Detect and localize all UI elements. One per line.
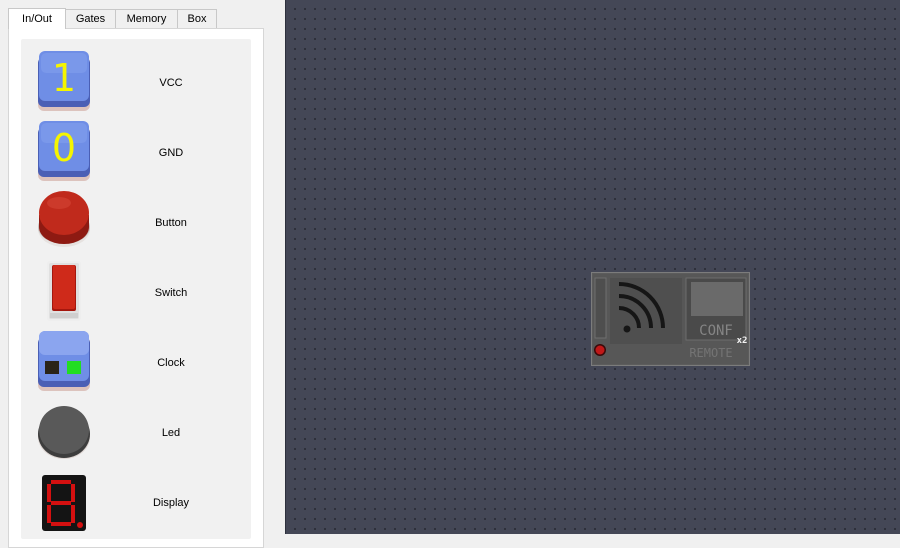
gnd-icon: 0 — [37, 121, 91, 185]
component-gnd[interactable]: 0 GND — [21, 121, 251, 191]
component-label: Display — [152, 497, 190, 509]
circuit-canvas[interactable]: CONF x2 REMOTE — [286, 0, 900, 534]
component-button[interactable]: Button — [21, 191, 251, 261]
component-label: GND — [158, 147, 184, 159]
button-icon — [37, 191, 91, 255]
component-clock[interactable]: Clock — [21, 331, 251, 401]
switch-icon — [37, 261, 91, 325]
multiplier-badge: x2 — [737, 336, 748, 346]
display-icon — [37, 471, 91, 535]
component-display[interactable]: Display — [21, 471, 251, 541]
remote-label: REMOTE — [689, 346, 732, 360]
component-led[interactable]: Led — [21, 401, 251, 471]
component-label: Clock — [157, 357, 185, 369]
component-vcc[interactable]: 1 VCC — [21, 51, 251, 121]
tab-box[interactable]: Box — [177, 9, 217, 28]
component-label: Switch — [154, 287, 188, 299]
component-palette: In/Out Gates Memory Box 1 VCC 0 GND Butt… — [0, 0, 285, 548]
remote-component[interactable]: CONF x2 REMOTE — [591, 272, 750, 366]
gnd-glyph: 0 — [52, 126, 76, 170]
vcc-icon: 1 — [37, 51, 91, 115]
component-list: 1 VCC 0 GND Button Switch Clock Led Disp… — [21, 39, 251, 539]
conf-label[interactable]: CONF — [699, 323, 733, 339]
component-label: Button — [155, 217, 187, 229]
tab-in-out[interactable]: In/Out — [8, 8, 66, 29]
clock-icon — [37, 331, 91, 395]
component-label: Led — [161, 427, 181, 439]
component-switch[interactable]: Switch — [21, 261, 251, 331]
vcc-glyph: 1 — [52, 56, 76, 100]
tab-memory[interactable]: Memory — [115, 9, 178, 28]
component-label: VCC — [159, 77, 183, 89]
led-icon — [37, 401, 91, 465]
tab-gates[interactable]: Gates — [65, 9, 116, 28]
